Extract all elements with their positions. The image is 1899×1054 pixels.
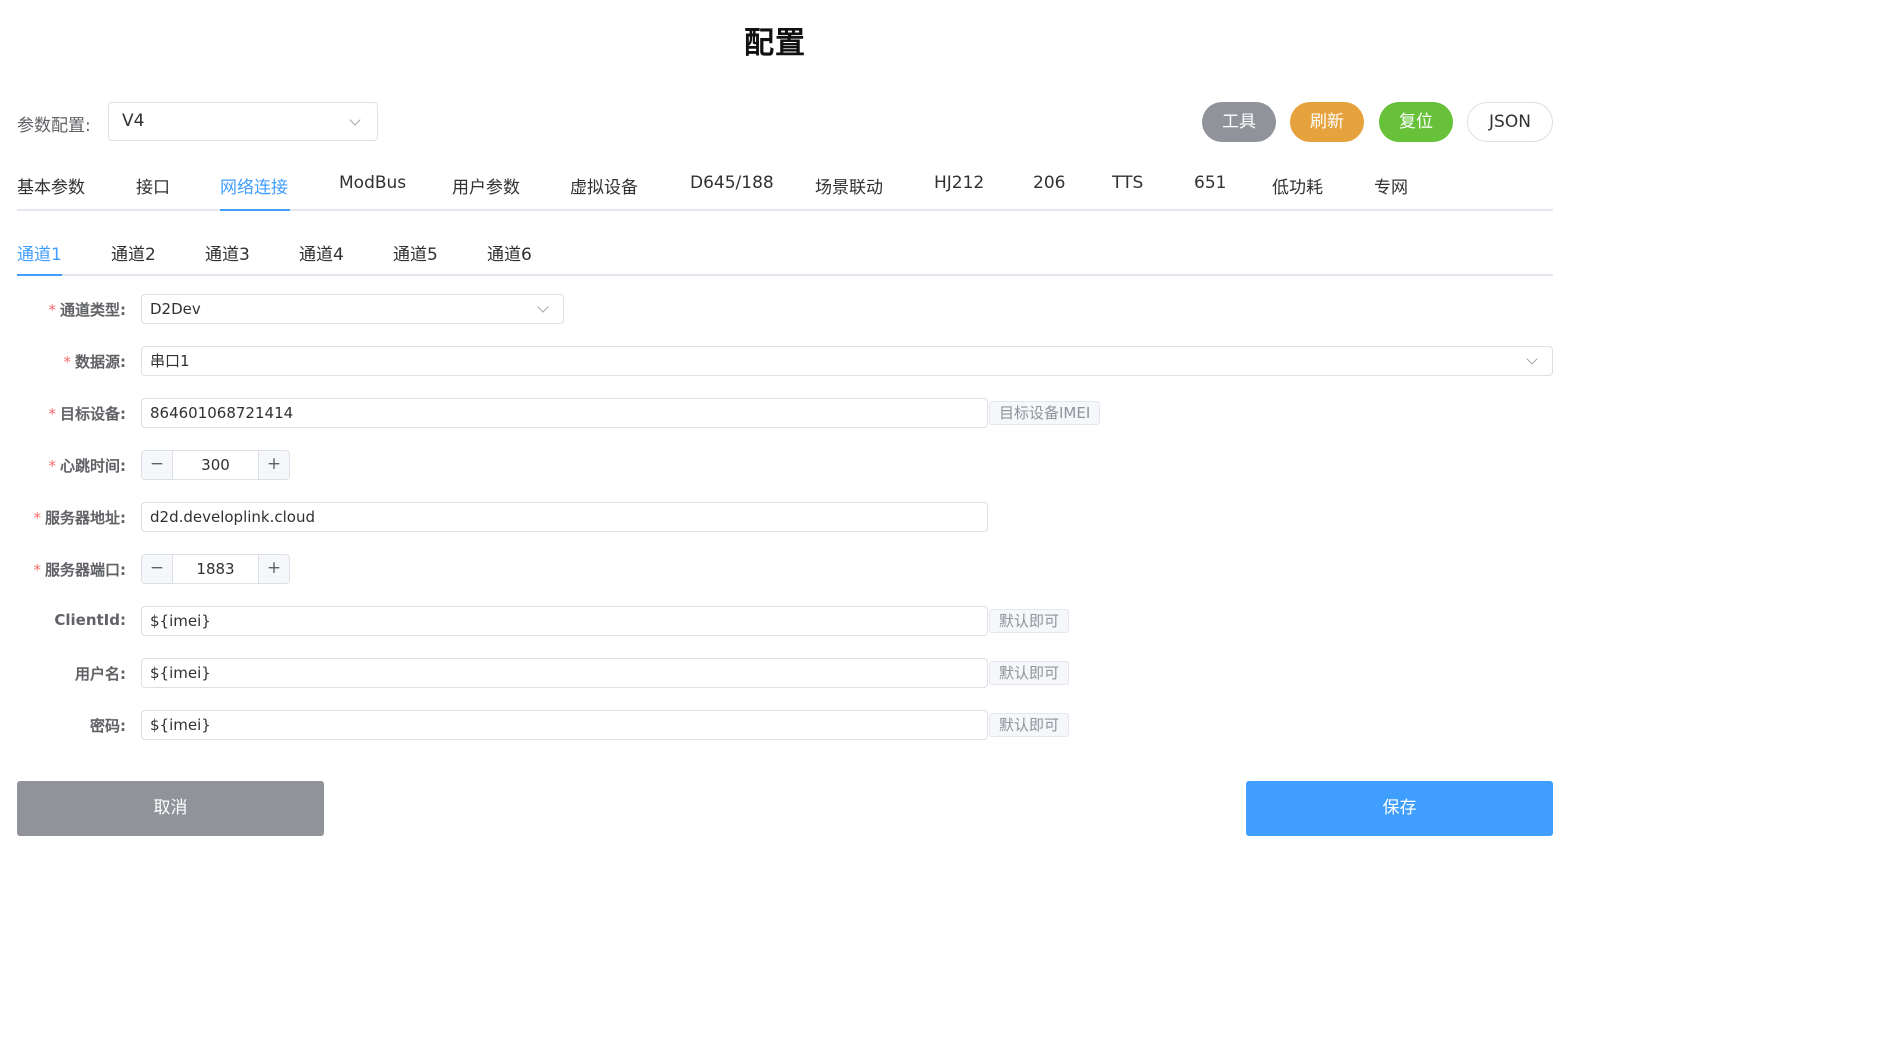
heartbeat-increase-button[interactable]: + (258, 451, 289, 479)
server-port-label: * 服务器端口: (33, 561, 127, 579)
password-hint: 默认即可 (989, 713, 1070, 737)
channel-type-select[interactable]: D2Dev (141, 294, 564, 324)
tab-channel-3[interactable]: 通道3 (205, 240, 250, 265)
target-device-hint: 目标设备IMEI (989, 401, 1101, 425)
client-id-hint: 默认即可 (989, 609, 1070, 633)
json-button[interactable]: JSON (1467, 102, 1553, 142)
required-mark: * (48, 301, 57, 319)
server-port-increase-button[interactable]: + (258, 555, 289, 583)
chevron-down-icon (349, 114, 361, 126)
heartbeat-decrease-button[interactable]: − (142, 451, 173, 479)
client-id-input[interactable]: ${imei} (141, 606, 988, 636)
tab-channel-2[interactable]: 通道2 (111, 240, 156, 265)
client-id-label: ClientId: (54, 611, 126, 629)
config-page: 配置 参数配置: V4 工具 刷新 复位 JSON 基本参数 接口 网络连接 M… (0, 0, 1899, 1054)
server-address-label: * 服务器地址: (33, 509, 127, 527)
required-mark: * (63, 353, 72, 371)
tab-network-connection[interactable]: 网络连接 (220, 173, 288, 198)
channel-type-value: D2Dev (150, 300, 201, 318)
username-label: 用户名: (75, 665, 126, 683)
tab-channel-6[interactable]: 通道6 (487, 240, 532, 265)
tab-hj212[interactable]: HJ212 (934, 173, 984, 193)
tab-basic-params[interactable]: 基本参数 (17, 173, 85, 198)
chevron-down-icon (537, 301, 549, 313)
save-button[interactable]: 保存 (1246, 781, 1553, 836)
heartbeat-label: * 心跳时间: (48, 457, 127, 475)
param-config-label: 参数配置: (17, 116, 91, 136)
tab-user-params[interactable]: 用户参数 (452, 173, 520, 198)
password-label: 密码: (90, 717, 126, 735)
data-source-label: * 数据源: (63, 353, 127, 371)
username-input[interactable]: ${imei} (141, 658, 988, 688)
tab-scene-linkage[interactable]: 场景联动 (815, 173, 883, 198)
active-channel-indicator (17, 274, 62, 276)
tab-private-network[interactable]: 专网 (1374, 173, 1408, 198)
tab-modbus[interactable]: ModBus (339, 173, 406, 193)
active-tab-indicator (220, 209, 290, 211)
data-source-value: 串口1 (150, 352, 190, 370)
tools-button[interactable]: 工具 (1202, 102, 1276, 142)
username-hint: 默认即可 (989, 661, 1070, 685)
server-address-input[interactable]: d2d.developlink.cloud (141, 502, 988, 532)
channel-tab-bar: 通道1 通道2 通道3 通道4 通道5 通道6 (17, 228, 1553, 276)
tab-virtual-device[interactable]: 虚拟设备 (570, 173, 638, 198)
target-device-label: * 目标设备: (48, 405, 127, 423)
required-mark: * (33, 561, 42, 579)
server-port-decrease-button[interactable]: − (142, 555, 173, 583)
tab-channel-4[interactable]: 通道4 (299, 240, 344, 265)
tab-interface[interactable]: 接口 (136, 173, 170, 198)
required-mark: * (48, 457, 57, 475)
refresh-button[interactable]: 刷新 (1290, 102, 1364, 142)
required-mark: * (48, 405, 57, 423)
tab-tts[interactable]: TTS (1112, 173, 1143, 193)
required-mark: * (33, 509, 42, 527)
tab-d645-188[interactable]: D645/188 (690, 173, 774, 193)
cancel-button[interactable]: 取消 (17, 781, 324, 836)
channel-type-label: * 通道类型: (48, 301, 127, 319)
page-title: 配置 (744, 26, 806, 61)
target-device-input[interactable]: 864601068721414 (141, 398, 988, 428)
param-config-value: V4 (122, 111, 145, 131)
main-tab-bar: 基本参数 接口 网络连接 ModBus 用户参数 虚拟设备 D645/188 场… (17, 160, 1553, 211)
param-config-select[interactable]: V4 (108, 102, 378, 141)
tab-206[interactable]: 206 (1033, 173, 1065, 193)
server-port-stepper: − 1883 + (141, 554, 290, 584)
heartbeat-input[interactable]: 300 (173, 451, 258, 479)
password-input[interactable]: ${imei} (141, 710, 988, 740)
heartbeat-stepper: − 300 + (141, 450, 290, 480)
server-port-input[interactable]: 1883 (173, 555, 258, 583)
tab-channel-1[interactable]: 通道1 (17, 240, 62, 265)
tab-low-power[interactable]: 低功耗 (1272, 173, 1323, 198)
reset-button[interactable]: 复位 (1379, 102, 1453, 142)
data-source-select[interactable]: 串口1 (141, 346, 1553, 376)
chevron-down-icon (1526, 353, 1538, 365)
tab-channel-5[interactable]: 通道5 (393, 240, 438, 265)
tab-651[interactable]: 651 (1194, 173, 1226, 193)
